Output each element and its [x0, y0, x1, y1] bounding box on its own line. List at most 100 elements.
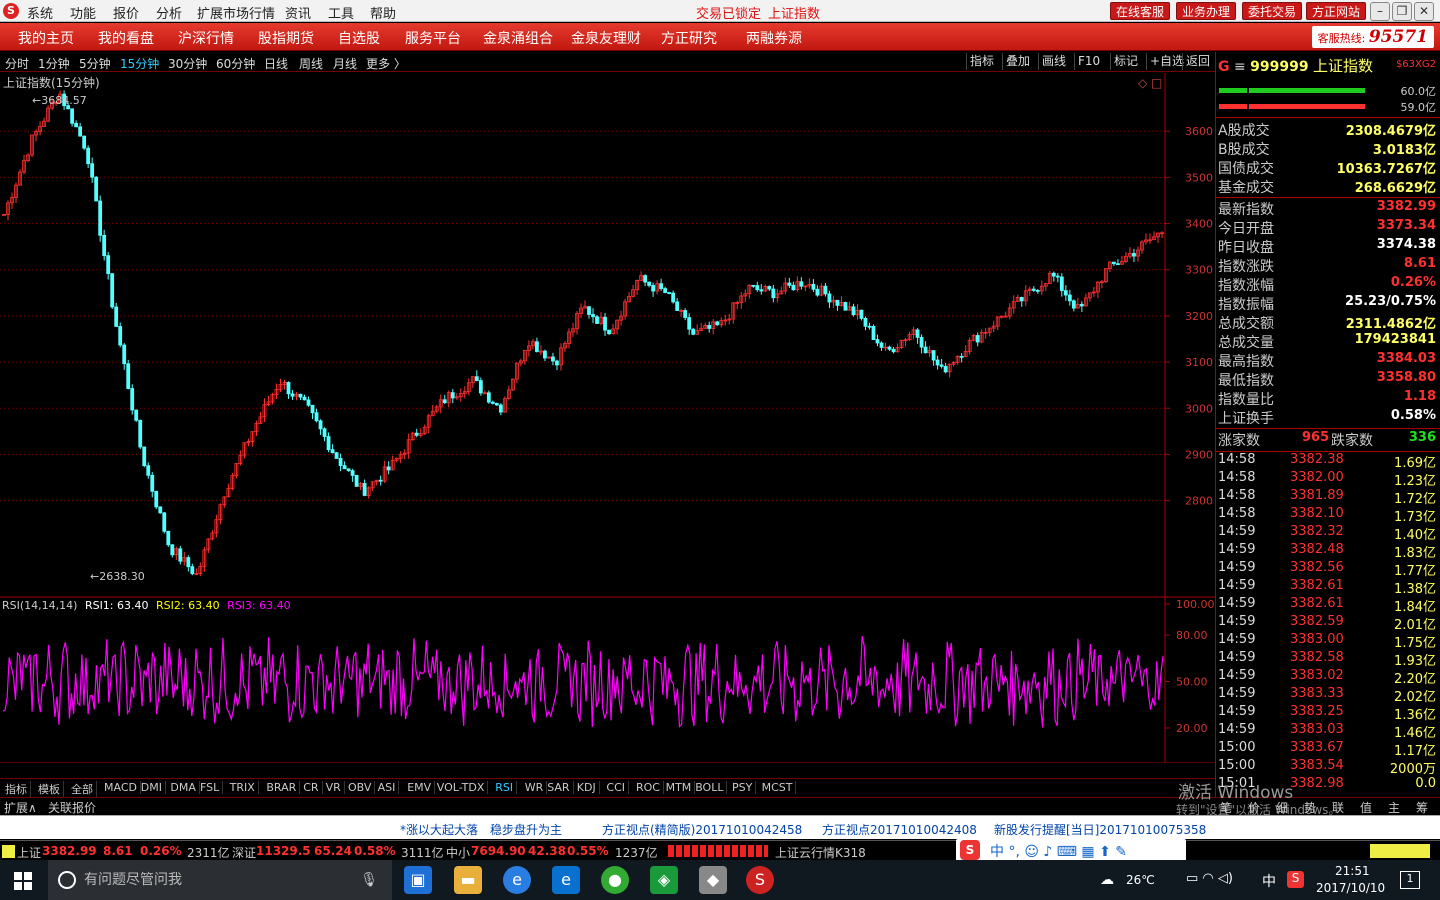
indicator-tab-mtm[interactable]: MTM [663, 781, 696, 794]
business-button[interactable]: 业务办理 [1176, 2, 1237, 20]
close-icon[interactable]: ✕ [1414, 2, 1434, 21]
clock-date[interactable]: 2017/10/10 [1316, 881, 1385, 895]
mark-button[interactable]: 标记 [1110, 53, 1141, 70]
restore-icon[interactable]: ❐ [1392, 2, 1412, 21]
browser-icon[interactable]: ● [601, 866, 629, 894]
draw-button[interactable]: 画线 [1038, 53, 1069, 70]
file-explorer-icon[interactable]: ▬ [454, 866, 482, 894]
cloud-quote-link[interactable]: 上证云行情K318 [775, 844, 866, 861]
news-item[interactable]: *涨以大起大落 [400, 821, 478, 838]
back-button[interactable]: 返回 [1182, 53, 1213, 70]
news-item[interactable]: 方正视点20171010042408 [822, 821, 977, 838]
panel-tab[interactable]: 细 [1276, 799, 1288, 816]
news-item[interactable]: 稳步盘升为主 [490, 821, 562, 838]
indicator-tab-emv[interactable]: EMV [404, 781, 436, 794]
edge-icon[interactable]: e [552, 866, 580, 894]
nav-watchlist[interactable]: 自选股 [338, 28, 380, 48]
menu-quote[interactable]: 报价 [113, 3, 139, 22]
indicator-tab-boll[interactable]: BOLL [692, 781, 728, 794]
store-icon[interactable]: ▣ [404, 866, 432, 894]
panel-tab[interactable]: 势 [1304, 799, 1316, 816]
indicator-tab-dmi[interactable]: DMI [138, 781, 167, 794]
related-quote-button[interactable]: 关联报价 [48, 799, 96, 816]
period-more[interactable]: 更多 〉 [366, 55, 406, 72]
nav-finance[interactable]: 金泉友理财 [571, 28, 641, 48]
website-button[interactable]: 方正网站 [1306, 2, 1367, 20]
indicator-tab-mcst[interactable]: MCST [759, 781, 797, 794]
f10-button[interactable]: F10 [1074, 53, 1103, 70]
indicator-tab-asi[interactable]: ASI [375, 781, 400, 794]
nav-portfolio[interactable]: 金泉涌组合 [483, 28, 553, 48]
mic-icon[interactable]: 🎙 [360, 860, 378, 900]
indicator-tab-指标[interactable]: 指标 [2, 781, 31, 797]
indicator-tab-全部[interactable]: 全部 [68, 781, 97, 797]
fangzheng-app-icon[interactable]: S [746, 866, 774, 894]
indicator-tab-rsi[interactable]: RSI [492, 781, 518, 794]
indicator-tab-obv[interactable]: OBV [345, 781, 376, 794]
panel-tab[interactable]: 笔 [1220, 799, 1232, 816]
sogou-tray-icon[interactable]: S [1287, 871, 1304, 888]
overlay-button[interactable]: 叠加 [1002, 53, 1033, 70]
nav-home[interactable]: 我的主页 [18, 28, 74, 48]
sogou-icon[interactable]: S [960, 840, 980, 860]
indicator-tab-vr[interactable]: VR [323, 781, 345, 794]
menu-function[interactable]: 功能 [70, 3, 96, 22]
period-30min[interactable]: 30分钟 [168, 55, 207, 72]
ie-icon[interactable]: e [503, 866, 531, 894]
windows-start-icon[interactable] [14, 872, 32, 890]
minimize-icon[interactable]: – [1370, 2, 1390, 21]
menu-icon[interactable]: ≡ [1234, 59, 1246, 75]
clock-time[interactable]: 21:51 [1335, 864, 1370, 878]
weather-icon[interactable]: ☁ [1100, 872, 1114, 888]
indicator-tab-kdj[interactable]: KDJ [574, 781, 600, 794]
menu-ext-market[interactable]: 扩展市场行情 [197, 3, 275, 22]
expand-button[interactable]: 扩展∧ [4, 799, 37, 816]
online-service-button[interactable]: 在线客服 [1110, 2, 1171, 20]
nav-research[interactable]: 方正研究 [661, 28, 717, 48]
news-item[interactable]: 方正视点(精简版)20171010042458 [602, 821, 802, 838]
panel-tab[interactable]: 筹 [1416, 799, 1428, 816]
indicator-tab-cr[interactable]: CR [300, 781, 323, 794]
chart-area[interactable]: 上证指数(15分钟) ◇ □ 3600 3500 3400 3300 3200 3100 3… [0, 73, 1215, 779]
notification-icon[interactable]: 1 [1400, 871, 1420, 889]
add-watch-button[interactable]: +自选 [1146, 53, 1187, 70]
menu-help[interactable]: 帮助 [370, 3, 396, 22]
tray-system-icons[interactable]: ▭ ◠ ◁) [1186, 871, 1233, 886]
indicator-tab-psy[interactable]: PSY [729, 781, 757, 794]
indicator-tab-sar[interactable]: SAR [544, 781, 574, 794]
panel-tab[interactable]: 主 [1388, 799, 1400, 816]
app-green-icon[interactable]: ◈ [650, 866, 678, 894]
period-month[interactable]: 月线 [333, 55, 357, 72]
indicator-tab-vol-tdx[interactable]: VOL-TDX [434, 781, 489, 794]
indicator-tab-brar[interactable]: BRAR [263, 781, 301, 794]
taskbar-search[interactable]: 有问题尽管问我 🎙 [48, 860, 392, 900]
ime-toolbar-icons[interactable]: 中 °, ☺ ♪ ⌨ ▦ ⬆ ✎ [990, 841, 1127, 861]
nav-hs-market[interactable]: 沪深行情 [178, 28, 234, 48]
period-15min[interactable]: 15分钟 [120, 55, 159, 72]
period-tick[interactable]: 分时 [5, 55, 29, 72]
indicator-tab-roc[interactable]: ROC [633, 781, 664, 794]
network-app-icon[interactable]: ◆ [699, 866, 727, 894]
period-1min[interactable]: 1分钟 [38, 55, 70, 72]
indicator-tab-模板[interactable]: 模板 [35, 781, 64, 797]
menu-analysis[interactable]: 分析 [156, 3, 182, 22]
news-item[interactable]: 新股发行提醒[当日]20171010075358 [994, 821, 1206, 838]
panel-tab[interactable]: 价 [1248, 799, 1260, 816]
panel-tab[interactable]: 值 [1360, 799, 1372, 816]
period-day[interactable]: 日线 [264, 55, 288, 72]
ime-indicator[interactable]: 中 [1262, 871, 1276, 891]
menu-system[interactable]: 系统 [27, 3, 53, 22]
chart-settings-icon[interactable]: ◇ □ [1138, 76, 1162, 90]
indicator-tab-cci[interactable]: CCI [603, 781, 629, 794]
menu-tools[interactable]: 工具 [328, 3, 354, 22]
nav-margin[interactable]: 两融券源 [746, 28, 802, 48]
indicator-button[interactable]: 指标 [966, 53, 997, 70]
indicator-tab-dma[interactable]: DMA [167, 781, 200, 794]
period-week[interactable]: 周线 [299, 55, 323, 72]
nav-service[interactable]: 服务平台 [405, 28, 461, 48]
indicator-tab-trix[interactable]: TRIX [227, 781, 259, 794]
period-5min[interactable]: 5分钟 [79, 55, 111, 72]
kline-chart[interactable]: 上证指数(15分钟) ◇ □ 3600 3500 3400 3300 3200 3100 3… [0, 73, 1215, 779]
trade-button[interactable]: 委托交易 [1242, 2, 1303, 20]
period-60min[interactable]: 60分钟 [216, 55, 255, 72]
